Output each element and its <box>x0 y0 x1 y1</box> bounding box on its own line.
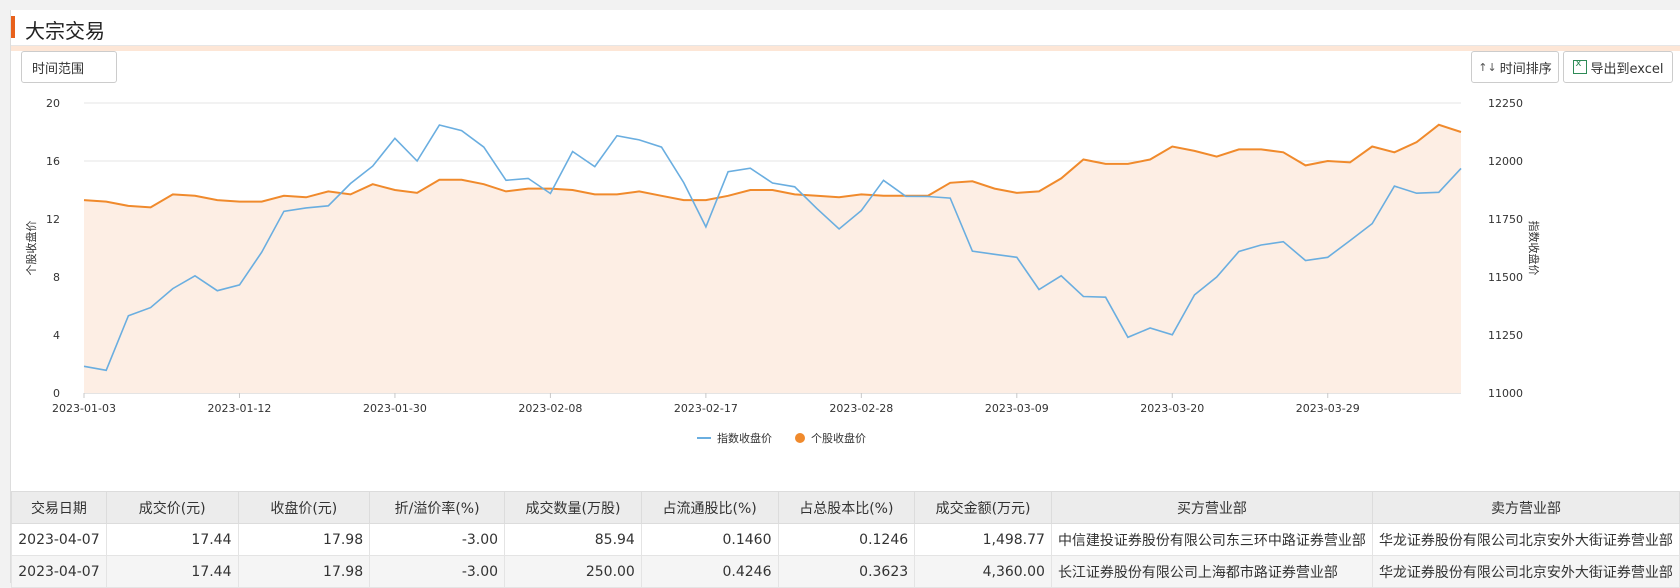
legend-index-label: 指数收盘价 <box>717 431 772 445</box>
block-trade-panel: 大宗交易 时间范围 ↑↓ 时间排序 导出到excel 20 16 12 8 4 0 1225… <box>10 10 1680 588</box>
table-cell: 1,498.77 <box>914 523 1052 556</box>
x-tick-label: 2023-01-12 <box>207 402 271 415</box>
sort-arrows-icon: ↑↓ <box>1478 60 1497 74</box>
y-left-tick-label: 16 <box>46 155 60 168</box>
page-title: 大宗交易 <box>25 19 105 43</box>
trade-table: 交易日期 成交价(元) 收盘价(元) 折/溢价率(%) 成交数量(万股) 占流通股比(%)… <box>11 491 1680 588</box>
table-body: 2023-04-07 17.44 17.98 -3.00 85.94 0.1460 0.12… <box>11 523 1680 588</box>
export-excel-label: 导出到excel <box>1590 61 1664 77</box>
header-divider <box>11 46 1680 51</box>
x-tick-label: 2023-02-17 <box>674 402 738 415</box>
panel-header: 大宗交易 <box>11 10 1680 46</box>
table-cell: 中信建投证券股份有限公司东三环中路证券营业部 <box>1050 523 1373 556</box>
column-header[interactable]: 收盘价(元) <box>237 491 371 524</box>
legend-stock-swatch <box>795 433 805 443</box>
column-header[interactable]: 交易日期 <box>11 491 107 524</box>
y-left-tick-label: 8 <box>53 271 60 284</box>
table-cell: 85.94 <box>504 523 642 556</box>
y-left-tick-label: 4 <box>53 329 60 342</box>
y-right-tick-label: 12000 <box>1488 155 1523 168</box>
column-header[interactable]: 成交数量(万股) <box>504 491 642 524</box>
y-left-tick-label: 0 <box>53 387 60 400</box>
table-cell: 2023-04-07 <box>11 523 107 556</box>
table-cell: 0.1460 <box>640 523 779 556</box>
time-range-button[interactable]: 时间范围 <box>21 51 117 83</box>
y-left-tick-label: 20 <box>46 97 60 110</box>
x-tick-label: 2023-01-30 <box>363 402 427 415</box>
time-range-label: 时间范围 <box>32 61 85 77</box>
price-chart: 20 16 12 8 4 0 12250 12000 11750 11500 11250 11000 个… <box>24 97 1541 445</box>
y-right-axis-title: 指数收盘价 <box>1527 221 1541 276</box>
y-right-tick-label: 11000 <box>1488 387 1523 400</box>
x-tick-label: 2023-03-29 <box>1296 402 1360 415</box>
time-sort-label: 时间排序 <box>1499 61 1552 77</box>
table-cell: 华龙证券股份有限公司北京安外大街证券营业部 <box>1371 523 1680 556</box>
y-right-tick-label: 11500 <box>1488 271 1523 284</box>
column-header[interactable]: 卖方营业部 <box>1371 491 1680 524</box>
table-cell: 17.44 <box>105 523 239 556</box>
accent-bar <box>11 16 15 38</box>
x-tick-label: 2023-02-28 <box>829 402 893 415</box>
table-header-row: 交易日期 成交价(元) 收盘价(元) 折/溢价率(%) 成交数量(万股) 占流通股比(%)… <box>11 491 1680 524</box>
y-right-tick-label: 12250 <box>1488 97 1523 110</box>
table-cell: -3.00 <box>369 523 506 556</box>
x-tick-label: 2023-02-08 <box>518 402 582 415</box>
table-cell: 17.98 <box>237 523 371 556</box>
column-header[interactable]: 占流通股比(%) <box>640 491 779 524</box>
column-header[interactable]: 折/溢价率(%) <box>369 491 506 524</box>
time-sort-button[interactable]: ↑↓ 时间排序 <box>1471 51 1559 83</box>
x-tick-label: 2023-03-09 <box>985 402 1049 415</box>
y-right-tick-label: 11750 <box>1488 213 1523 226</box>
export-excel-button[interactable]: 导出到excel <box>1563 51 1673 83</box>
table-row[interactable]: 2023-04-07 17.44 17.98 -3.00 85.94 0.1460 0.12… <box>11 523 1680 556</box>
column-header[interactable]: 占总股本比(%) <box>777 491 916 524</box>
column-header[interactable]: 买方营业部 <box>1050 491 1373 524</box>
table-cell: 0.1246 <box>777 523 916 556</box>
x-tick-label: 2023-03-20 <box>1140 402 1204 415</box>
column-header[interactable]: 成交金额(万元) <box>914 491 1052 524</box>
column-header[interactable]: 成交价(元) <box>105 491 239 524</box>
y-left-axis-title: 个股收盘价 <box>24 221 38 276</box>
y-right-tick-label: 11250 <box>1488 329 1523 342</box>
excel-icon <box>1572 58 1587 74</box>
legend-stock-label: 个股收盘价 <box>811 431 866 445</box>
y-left-tick-label: 12 <box>46 213 60 226</box>
x-tick-label: 2023-01-03 <box>52 402 116 415</box>
stock-area-fill <box>84 124 1461 394</box>
